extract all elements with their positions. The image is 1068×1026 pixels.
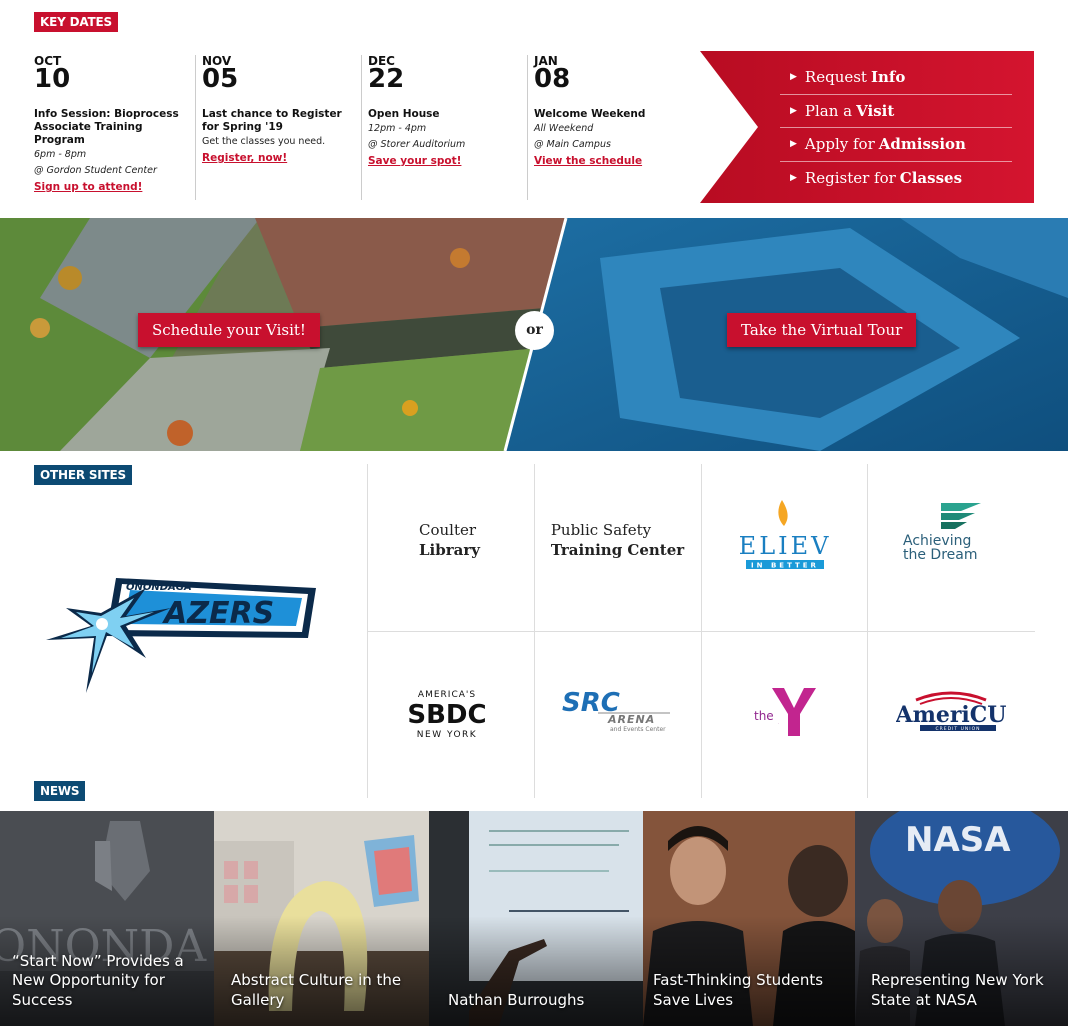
- americu-mark: AmeriCU CREDIT UNION: [896, 691, 1006, 732]
- logo-prefix: the: [754, 709, 774, 723]
- link-strong: Visit: [856, 101, 895, 120]
- caret-right-icon: ▶: [790, 173, 797, 184]
- news-title: Fast-Thinking Students Save Lives: [653, 971, 824, 1009]
- logo-line1: Coulter: [419, 520, 477, 539]
- link-prefix: Request: [804, 68, 867, 87]
- logo-main: SBDC: [407, 700, 486, 730]
- logo-line2: Training Center: [550, 540, 685, 559]
- caret-right-icon: ▶: [790, 105, 797, 116]
- or-divider: or: [515, 311, 554, 350]
- event-day: 10: [34, 64, 71, 94]
- logo-sub: ARENA: [607, 713, 655, 726]
- logo-line2: Library: [419, 540, 480, 559]
- event-detail: Get the classes you need.: [202, 136, 326, 147]
- event-location: @ Gordon Student Center: [34, 165, 157, 176]
- key-date-event: NOV 05 Last chance to Register for Sprin…: [195, 55, 355, 200]
- event-link[interactable]: View the schedule: [534, 153, 692, 169]
- event-title: Last chance to Register for Spring '19: [202, 108, 342, 133]
- coulter-library-logo[interactable]: Coulter Library: [367, 464, 534, 631]
- event-title: Info Session: Bioprocess Associate Train…: [34, 108, 179, 146]
- logo-line2: the Dream: [903, 547, 977, 563]
- news-card[interactable]: Abstract Culture in the Gallery: [214, 811, 429, 1026]
- link-strong: Info: [870, 68, 906, 87]
- americu-logo[interactable]: AmeriCU CREDIT UNION: [867, 631, 1034, 798]
- news-title: Nathan Burroughs: [448, 990, 585, 1009]
- request-info-link[interactable]: ▶ Request Info: [780, 61, 1012, 95]
- event-link[interactable]: Sign up to attend!: [34, 179, 194, 195]
- key-date-event: OCT 10 Info Session: Bioprocess Associat…: [34, 55, 194, 200]
- svg-text:AZERS: AZERS: [162, 596, 274, 631]
- virtual-tour-button[interactable]: Take the Virtual Tour: [727, 313, 917, 347]
- event-link[interactable]: Register, now!: [202, 150, 355, 166]
- logo-line1: Public Safety: [550, 520, 652, 539]
- event-day: 05: [202, 64, 239, 94]
- news-title: Representing New York State at NASA: [871, 971, 1044, 1009]
- src-arena-logo[interactable]: SRC ARENA and Events Center: [534, 631, 701, 798]
- event-day: 22: [368, 64, 405, 94]
- key-dates-label: KEY DATES: [34, 12, 118, 32]
- sbdc-logo[interactable]: AMERICA'S SBDC NEW YORK: [367, 631, 534, 798]
- svg-text:ONONDAGA: ONONDAGA: [126, 582, 192, 593]
- link-prefix: Apply for: [804, 135, 875, 154]
- event-link[interactable]: Save your spot!: [368, 153, 521, 169]
- logo-main: AmeriCU: [896, 702, 1006, 728]
- news-card[interactable]: ONONDA “Start Now” Provides a New Opport…: [0, 811, 214, 1026]
- news-card[interactable]: Nathan Burroughs: [429, 811, 643, 1026]
- event-location: @ Main Campus: [534, 139, 611, 150]
- svg-text:NASA: NASA: [905, 820, 1011, 860]
- event-time: 6pm - 8pm: [34, 149, 87, 160]
- link-prefix: Plan a: [804, 101, 853, 120]
- believe-in-better-logo[interactable]: BELIEVE IN BETTER: [701, 464, 868, 631]
- schedule-visit-button[interactable]: Schedule your Visit!: [138, 313, 320, 347]
- flame-logo: BELIEVE IN BETTER: [740, 499, 830, 569]
- plan-visit-link[interactable]: ▶ Plan a Visit: [780, 95, 1012, 128]
- logo-sub2: and Events Center: [610, 726, 666, 733]
- caret-right-icon: ▶: [790, 139, 797, 150]
- key-date-event: DEC 22 Open House 12pm - 4pm @ Storer Au…: [361, 55, 521, 200]
- event-title: Welcome Weekend: [534, 108, 646, 120]
- event-day: 08: [534, 64, 571, 94]
- partner-logo-grid: Coulter Library Public Safety Training C…: [367, 464, 1035, 798]
- event-location: @ Storer Auditorium: [368, 139, 466, 150]
- register-classes-link[interactable]: ▶ Register for Classes: [780, 162, 1012, 196]
- achieving-the-dream-logo[interactable]: Achieving the Dream: [867, 464, 1034, 631]
- news-title: “Start Now” Provides a New Opportunity f…: [12, 951, 184, 1009]
- logo-sub: CREDIT UNION: [935, 726, 980, 732]
- public-safety-logo[interactable]: Public Safety Training Center: [534, 464, 701, 631]
- y-mark: the Y: [754, 687, 816, 736]
- event-time: All Weekend: [534, 123, 594, 134]
- quick-links-panel: ▶ Request Info ▶ Plan a Visit ▶ Apply for A…: [700, 51, 1034, 203]
- news-title: Abstract Culture in the Gallery: [231, 971, 402, 1009]
- caret-right-icon: ▶: [790, 72, 797, 83]
- news-label: NEWS: [34, 781, 86, 801]
- src-mark: SRC ARENA and Events Center: [562, 688, 670, 733]
- sbdc-mark: AMERICA'S SBDC NEW YORK: [407, 690, 486, 740]
- news-card[interactable]: Fast-Thinking Students Save Lives: [643, 811, 855, 1026]
- logo-word: BELIEVE: [740, 532, 830, 560]
- logo-bottom: NEW YORK: [416, 730, 476, 740]
- logo-sub: IN BETTER: [751, 561, 819, 569]
- other-sites-label: OTHER SITES: [34, 465, 132, 485]
- apply-admission-link[interactable]: ▶ Apply for Admission: [780, 128, 1012, 162]
- ymca-logo[interactable]: the Y: [701, 631, 868, 798]
- lazers-logo[interactable]: AZERS ONONDAGA: [46, 578, 326, 698]
- link-prefix: Register for: [804, 169, 896, 188]
- news-carousel: ONONDA “Start Now” Provides a New Opport…: [0, 811, 1068, 1026]
- atd-logo: Achieving the Dream: [903, 502, 981, 563]
- news-card[interactable]: NASA Representing New York State at NASA: [855, 811, 1068, 1026]
- key-date-event: JAN 08 Welcome Weekend All Weekend @ Mai…: [527, 55, 692, 200]
- quick-links-list: ▶ Request Info ▶ Plan a Visit ▶ Apply for A…: [780, 61, 1012, 195]
- link-strong: Classes: [899, 169, 963, 188]
- event-title: Open House: [368, 108, 440, 120]
- event-time: 12pm - 4pm: [368, 123, 427, 134]
- logo-main: Y: [777, 723, 779, 725]
- link-strong: Admission: [878, 135, 966, 154]
- logo-top: AMERICA'S: [417, 690, 475, 700]
